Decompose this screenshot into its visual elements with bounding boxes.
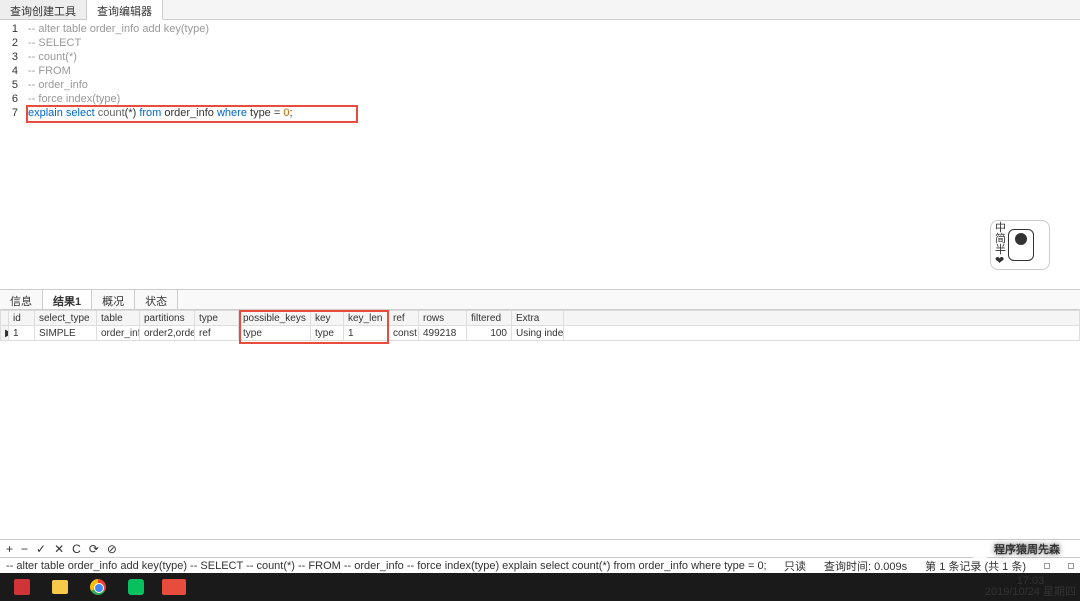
tab-query-tool[interactable]: 查询创建工具 [0,0,87,19]
cell[interactable]: 100 [467,326,512,341]
col-rows[interactable]: rows [419,311,467,326]
app-icon [162,579,186,595]
col-ref[interactable]: ref [389,311,419,326]
col-table[interactable]: table [97,311,140,326]
col-key-len[interactable]: key_len [344,311,389,326]
col-id[interactable]: id [9,311,35,326]
status-bar: -- alter table order_info add key(type) … [0,557,1080,573]
c-button[interactable]: C [72,542,81,556]
view-mode-icon[interactable] [1044,563,1050,569]
tab-query-editor[interactable]: 查询编辑器 [87,0,163,20]
view-mode-icon[interactable] [1068,563,1074,569]
col-possible-keys[interactable]: possible_keys [239,311,311,326]
cell[interactable]: order_info [97,326,140,341]
tab-overview[interactable]: 概况 [92,290,135,309]
line-gutter: 1234567 [0,22,22,120]
taskbar-wechat[interactable] [118,575,154,599]
col-filtered[interactable]: filtered [467,311,512,326]
taskbar-edge[interactable] [4,575,40,599]
cell[interactable]: 1 [344,326,389,341]
cell[interactable]: type [239,326,311,341]
stop-button[interactable]: ⊘ [107,542,117,556]
row-indicator-icon: ▶ [1,326,9,341]
cell[interactable]: ref [195,326,239,341]
delete-row-button[interactable]: − [21,542,28,556]
cell[interactable]: 1 [9,326,35,341]
add-row-button[interactable]: + [6,542,13,556]
cell[interactable]: order2,order3 [140,326,195,341]
folder-icon [52,580,68,594]
taskbar-explorer[interactable] [42,575,78,599]
cell[interactable]: const [389,326,419,341]
chrome-icon [90,579,106,595]
grid-toolbar: + − ✓ ✕ C ⟳ ⊘ [0,539,1080,557]
tab-info[interactable]: 信息 [0,290,43,309]
badge-line: ❤ [995,256,1006,267]
col-extra[interactable]: Extra [512,311,564,326]
cell[interactable]: type [311,326,344,341]
refresh-button[interactable]: ⟳ [89,542,99,556]
col-select-type[interactable]: select_type [35,311,97,326]
status-readonly: 只读 [784,558,806,574]
table-row[interactable]: ▶ 1 SIMPLE order_info order2,order3 ref … [1,326,1080,341]
result-tabs: 信息 结果1 概况 状态 [0,290,1080,310]
edge-icon [14,579,30,595]
cell[interactable]: SIMPLE [35,326,97,341]
col-partitions[interactable]: partitions [140,311,195,326]
cancel-button[interactable]: ✕ [54,542,64,556]
apply-button[interactable]: ✓ [36,542,46,556]
status-time: 查询时间: 0.009s [824,558,907,574]
tab-result1[interactable]: 结果1 [43,290,92,309]
code-highlight-box [26,105,358,123]
system-clock[interactable]: 17:03 2019/10/24 星期四 [985,576,1076,598]
status-records: 第 1 条记录 (共 1 条) [925,558,1026,574]
cell[interactable]: 499218 [419,326,467,341]
clock-date: 2019/10/24 星期四 [985,587,1076,598]
windows-taskbar: 17:03 2019/10/24 星期四 [0,573,1080,601]
result-grid[interactable]: id select_type table partitions type pos… [0,310,1080,344]
sql-editor[interactable]: 1234567 -- alter table order_info add ke… [0,20,1080,290]
grid-header-row: id select_type table partitions type pos… [1,311,1080,326]
status-sql: -- alter table order_info add key(type) … [6,560,767,572]
avatar-icon [1008,229,1034,261]
cell[interactable]: Using inde [512,326,564,341]
author-badge: 中 简 半 ❤ [990,220,1050,270]
wechat-icon [128,579,144,595]
taskbar-chrome[interactable] [80,575,116,599]
col-type[interactable]: type [195,311,239,326]
blank-area [0,344,1080,539]
col-key[interactable]: key [311,311,344,326]
top-tabs: 查询创建工具 查询编辑器 [0,0,1080,20]
tab-status[interactable]: 状态 [135,290,178,309]
taskbar-app[interactable] [156,575,192,599]
